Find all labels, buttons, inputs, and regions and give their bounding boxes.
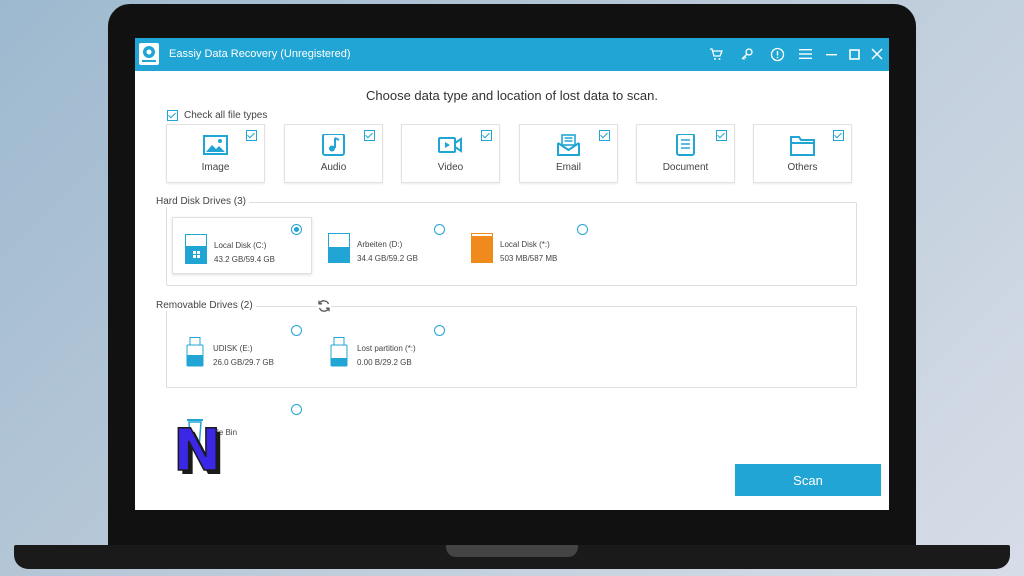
check-all-checkbox[interactable]	[167, 110, 178, 121]
video-checkbox[interactable]	[481, 130, 492, 141]
drive-size: 26.0 GB/29.7 GB	[213, 358, 274, 367]
minimize-icon[interactable]	[823, 46, 839, 62]
maximize-icon[interactable]	[846, 46, 862, 62]
windows-drive-icon	[185, 234, 207, 264]
drive-size: 43.2 GB/59.4 GB	[214, 255, 275, 264]
drive-local-disk-star[interactable]: Local Disk (*:) 503 MB/587 MB	[459, 217, 597, 272]
drive-icon	[471, 233, 493, 263]
drive-name: Local Disk (*:)	[500, 240, 550, 249]
title-bar: Eassiy Data Recovery (Unregistered)	[135, 38, 889, 71]
video-label: Video	[437, 162, 464, 173]
image-icon	[203, 135, 228, 155]
email-label: Email	[555, 162, 581, 173]
drive-c-radio[interactable]	[291, 224, 302, 235]
audio-icon	[322, 134, 345, 156]
drive-size: 503 MB/587 MB	[500, 254, 558, 263]
cart-icon[interactable]	[708, 46, 724, 62]
drive-arbeiten-d[interactable]: Arbeiten (D:) 34.4 GB/59.2 GB	[316, 217, 454, 272]
app-window: Eassiy Data Recovery (Unregistered) Choo…	[135, 38, 889, 510]
app-logo-icon	[139, 43, 159, 65]
audio-label: Audio	[320, 162, 347, 173]
watermark-letter: N	[173, 422, 222, 478]
drive-d-radio[interactable]	[434, 224, 445, 235]
document-icon	[676, 134, 695, 156]
drive-name: Arbeiten (D:)	[357, 240, 403, 249]
check-all-label: Check all file types	[184, 110, 268, 121]
removable-title: Removable Drives (2)	[153, 300, 256, 311]
lost-partition-radio[interactable]	[434, 325, 445, 336]
recycle-bin-radio[interactable]	[291, 404, 302, 415]
image-label: Image	[201, 162, 230, 173]
usb-drive-icon	[330, 337, 348, 367]
email-checkbox[interactable]	[599, 130, 610, 141]
drive-size: 0.00 B/29.2 GB	[357, 358, 412, 367]
window-title: Eassiy Data Recovery (Unregistered)	[169, 48, 351, 60]
image-checkbox[interactable]	[246, 130, 257, 141]
drive-name: UDISK (E:)	[213, 344, 253, 353]
file-type-email[interactable]: Email	[519, 124, 618, 183]
check-all-file-types[interactable]: Check all file types	[167, 110, 267, 121]
refresh-icon[interactable]	[317, 299, 331, 313]
drive-name: Lost partition (*:)	[357, 344, 416, 353]
others-checkbox[interactable]	[833, 130, 844, 141]
file-type-document[interactable]: Document	[636, 124, 735, 183]
audio-checkbox[interactable]	[364, 130, 375, 141]
laptop-notch	[446, 545, 578, 557]
page-heading: Choose data type and location of lost da…	[366, 88, 658, 103]
hard-disk-title: Hard Disk Drives (3)	[153, 196, 250, 207]
drive-icon	[328, 233, 350, 263]
drive-e-radio[interactable]	[291, 325, 302, 336]
scan-button[interactable]: Scan	[735, 464, 881, 496]
file-type-image[interactable]: Image	[166, 124, 265, 183]
drive-name: Local Disk (C:)	[214, 241, 267, 250]
file-type-audio[interactable]: Audio	[284, 124, 383, 183]
file-type-others[interactable]: Others	[753, 124, 852, 183]
document-checkbox[interactable]	[716, 130, 727, 141]
watermark-logo: N N	[172, 422, 225, 478]
close-icon[interactable]	[869, 46, 885, 62]
email-icon	[557, 134, 580, 156]
folder-icon	[790, 136, 815, 156]
key-icon[interactable]	[739, 46, 755, 62]
video-icon	[438, 137, 462, 153]
document-label: Document	[662, 162, 709, 173]
others-label: Others	[787, 162, 818, 173]
drive-size: 34.4 GB/59.2 GB	[357, 254, 418, 263]
menu-icon[interactable]	[797, 46, 813, 62]
drive-udisk-e[interactable]: UDISK (E:) 26.0 GB/29.7 GB	[172, 321, 310, 376]
drive-star-radio[interactable]	[577, 224, 588, 235]
file-type-video[interactable]: Video	[401, 124, 500, 183]
feedback-icon[interactable]	[769, 46, 785, 62]
usb-drive-icon	[186, 337, 204, 367]
